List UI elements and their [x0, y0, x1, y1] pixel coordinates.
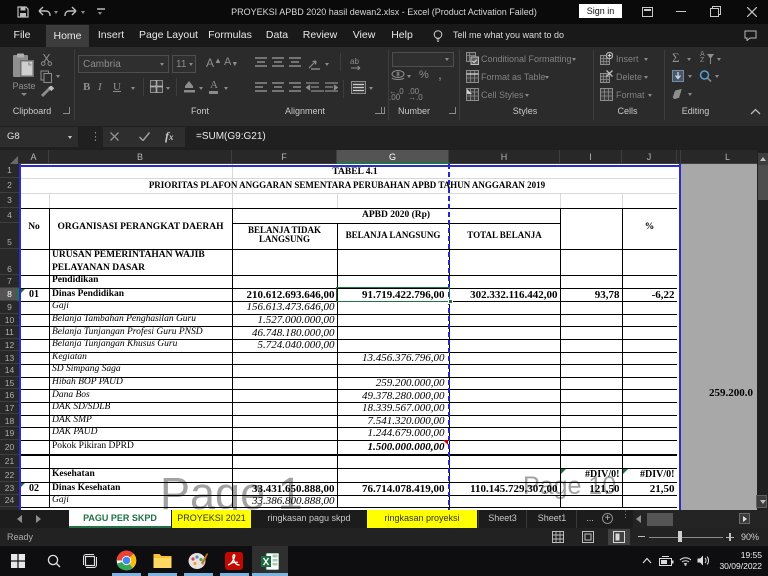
svg-text:ab: ab [350, 58, 359, 66]
